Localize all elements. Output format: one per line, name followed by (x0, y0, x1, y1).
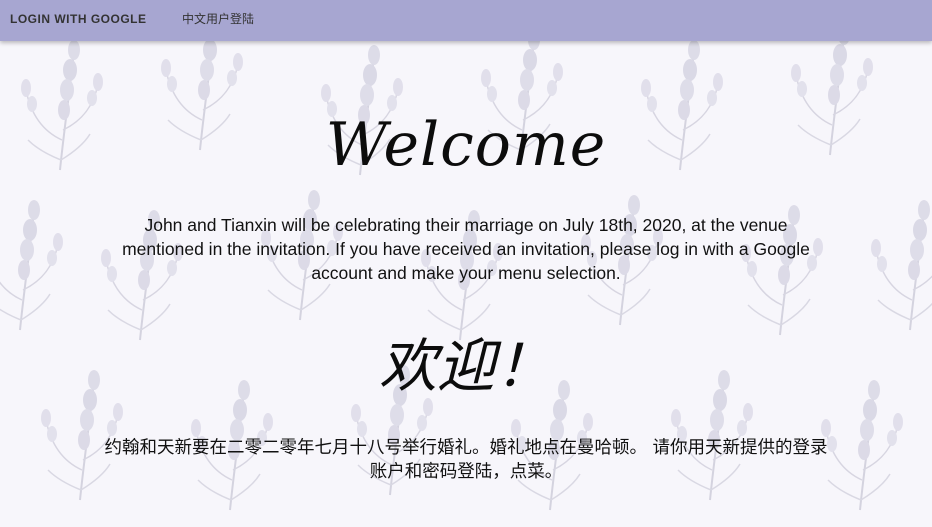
welcome-title-english: Welcome (325, 110, 607, 180)
chinese-user-login-button[interactable]: 中文用户登陆 (182, 0, 254, 41)
top-navigation-bar: LOGIN WITH GOOGLE 中文用户登陆 (0, 0, 932, 41)
main-content: Welcome John and Tianxin will be celebra… (0, 41, 932, 527)
welcome-message-english: John and Tianxin will be celebrating the… (122, 215, 810, 283)
login-with-google-button[interactable]: LOGIN WITH GOOGLE (10, 0, 147, 41)
welcome-title-chinese: 欢迎！ (378, 332, 553, 400)
welcome-message-chinese: 约翰和天新要在二零二零年七月十八号举行婚礼。婚礼地点在曼哈顿。 请你用天新提供的… (104, 438, 828, 482)
